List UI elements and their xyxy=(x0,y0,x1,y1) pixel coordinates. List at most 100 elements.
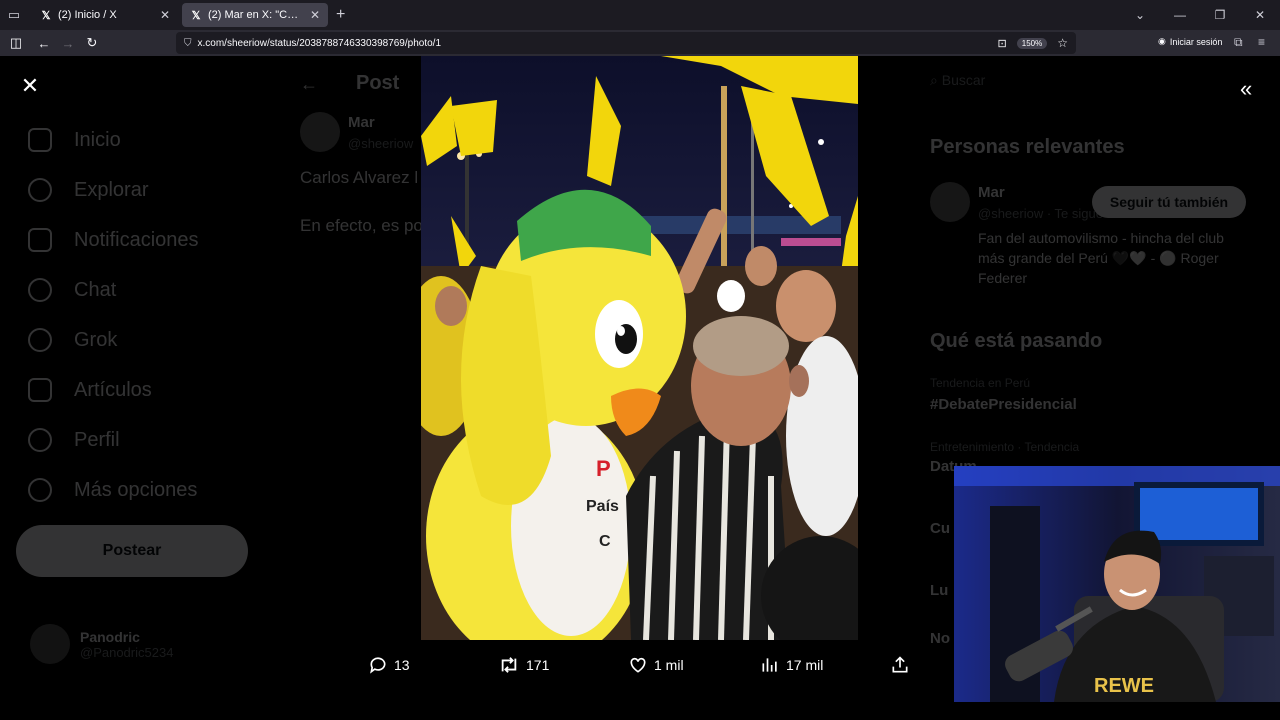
back-icon[interactable]: ← xyxy=(32,36,56,51)
home-icon xyxy=(28,128,52,152)
post-actions: 13 171 1 mil 17 mil xyxy=(360,648,920,682)
trend-name[interactable]: Cu xyxy=(930,520,950,537)
user-icon xyxy=(28,428,52,452)
sidebar-item-label: Más opciones xyxy=(74,478,198,501)
close-icon[interactable]: ✕ xyxy=(20,73,40,98)
webcam-overlay: REWE xyxy=(954,466,1280,702)
article-icon xyxy=(28,378,52,402)
window-controls: ⌄ — ❐ ✕ xyxy=(1120,0,1280,30)
search-input[interactable]: ⌕ Buscar xyxy=(930,72,1250,94)
author-handle[interactable]: @sheeriow xyxy=(348,136,413,151)
post-header: Post xyxy=(356,72,400,94)
sidebar-item-chat[interactable]: Chat xyxy=(28,278,116,302)
avatar[interactable] xyxy=(930,182,970,222)
sidebar-item-label: Chat xyxy=(74,278,117,301)
crowd-photo-illustration: P País C xyxy=(421,56,858,640)
menu-icon[interactable]: ≡ xyxy=(1258,35,1265,49)
sign-in-button[interactable]: ◉ Iniciar sesión xyxy=(1158,36,1222,47)
tab-title: (2) Inicio / X xyxy=(58,9,117,21)
author-name[interactable]: Mar xyxy=(348,114,375,131)
forward-icon[interactable]: → xyxy=(56,36,80,51)
account-name: Panodric xyxy=(80,628,140,645)
address-bar[interactable]: ⛉ x.com/sheeriow/status/2038788746330398… xyxy=(176,32,1076,54)
sidebar-item-notifications[interactable]: Notificaciones xyxy=(28,228,199,252)
sidebar-item-home[interactable]: Inicio xyxy=(28,128,121,152)
chat-icon xyxy=(28,278,52,302)
search-placeholder: Buscar xyxy=(941,72,986,88)
zoom-badge[interactable]: 150% xyxy=(1016,37,1048,49)
navigation-bar: ◫ ← → ↻ ⛉ x.com/sheeriow/status/20387887… xyxy=(0,30,1280,56)
bell-icon xyxy=(28,228,52,252)
like-button[interactable]: 1 mil xyxy=(628,655,684,675)
reply-icon xyxy=(370,657,386,674)
person-handle: @sheeriow · Te sigue xyxy=(978,206,1103,221)
repost-icon xyxy=(501,657,517,673)
person-name[interactable]: Mar xyxy=(978,184,1005,201)
sidebar-item-label: Notificaciones xyxy=(74,228,199,251)
heart-icon xyxy=(630,657,646,673)
sidebar-item-profile[interactable]: Perfil xyxy=(28,428,120,452)
tab-inicio[interactable]: 𝕏 (2) Inicio / X ✕ xyxy=(32,3,178,27)
minimize-icon[interactable]: — xyxy=(1160,8,1200,22)
views-count: 17 mil xyxy=(786,657,824,673)
tab-list-icon[interactable]: ▭ xyxy=(0,0,28,30)
like-count: 1 mil xyxy=(654,657,684,673)
maximize-icon[interactable]: ❐ xyxy=(1200,8,1240,22)
post-button[interactable]: Postear xyxy=(16,525,248,577)
post-photo[interactable]: P País C xyxy=(421,56,858,640)
svg-text:REWE: REWE xyxy=(1094,675,1154,697)
follow-button[interactable]: Seguir tú también xyxy=(1092,186,1246,218)
tab-bar: ▭ 𝕏 (2) Inicio / X ✕ 𝕏 (2) Mar en X: "Ca… xyxy=(0,0,1280,30)
views-icon xyxy=(762,658,777,672)
svg-text:C: C xyxy=(599,533,611,550)
trend-name[interactable]: No xyxy=(930,630,950,647)
reader-view-icon[interactable]: ⊡ xyxy=(998,37,1007,50)
close-tab-icon[interactable]: ✕ xyxy=(310,8,320,22)
trend-label: Entretenimiento · Tendencia xyxy=(930,440,1080,454)
trend-name[interactable]: #DebatePresidencial xyxy=(930,396,1077,413)
sidebar-item-articles[interactable]: Artículos xyxy=(28,378,152,402)
reply-button[interactable]: 13 xyxy=(368,655,410,675)
author-avatar[interactable] xyxy=(300,112,340,152)
sidebar-item-label: Explorar xyxy=(74,178,149,201)
collapse-panel-icon[interactable]: « xyxy=(1240,76,1252,102)
close-tab-icon[interactable]: ✕ xyxy=(160,8,170,22)
reload-icon[interactable]: ↻ xyxy=(80,35,104,51)
tab-title: (2) Mar en X: "Carlos Alvarez lle xyxy=(208,9,304,21)
grok-icon xyxy=(28,328,52,352)
tab-dropdown-icon[interactable]: ⌄ xyxy=(1120,8,1160,22)
share-icon xyxy=(892,656,908,673)
new-tab-icon[interactable]: + xyxy=(336,6,345,24)
sidebar-item-grok[interactable]: Grok xyxy=(28,328,117,352)
url-text: x.com/sheeriow/status/203878874633039876… xyxy=(197,37,442,49)
share-button[interactable] xyxy=(890,655,910,675)
account-handle: @Panodric5234 xyxy=(80,644,174,660)
extensions-icon[interactable]: ⧉ xyxy=(1234,35,1243,50)
sidebar-toggle-icon[interactable]: ◫ xyxy=(4,35,28,51)
site-info-icon[interactable]: ⛉ xyxy=(184,38,192,49)
repost-count: 171 xyxy=(526,657,550,673)
sidebar-item-label: Grok xyxy=(74,328,118,351)
views-button[interactable]: 17 mil xyxy=(760,655,823,675)
close-window-icon[interactable]: ✕ xyxy=(1240,8,1280,22)
trend-name[interactable]: Lu xyxy=(930,582,948,599)
back-arrow-icon[interactable]: ← xyxy=(300,74,318,95)
sidebar-item-explore[interactable]: Explorar xyxy=(28,178,148,202)
avatar xyxy=(30,624,70,664)
trend-label: Tendencia en Perú xyxy=(930,376,1031,390)
sign-in-label: Iniciar sesión xyxy=(1169,36,1223,47)
repost-button[interactable]: 171 xyxy=(498,655,549,675)
x-logo-icon: 𝕏 xyxy=(191,9,201,22)
bookmark-star-icon[interactable]: ☆ xyxy=(1057,36,1068,50)
svg-text:País: País xyxy=(586,498,619,515)
post-text-line: En efecto, es po xyxy=(300,216,423,235)
sidebar-item-label: Inicio xyxy=(74,128,121,151)
sidebar-item-label: Artículos xyxy=(74,378,152,401)
post-text-line: Carlos Alvarez l xyxy=(300,168,419,187)
svg-text:P: P xyxy=(596,456,611,481)
sidebar-item-more[interactable]: Más opciones xyxy=(28,478,197,502)
person-bio: Fan del automovilismo - hincha del club … xyxy=(978,230,1224,286)
tab-post[interactable]: 𝕏 (2) Mar en X: "Carlos Alvarez lle ✕ xyxy=(182,3,328,27)
more-icon xyxy=(28,478,52,502)
account-switcher[interactable]: Panodric @Panodric5234 xyxy=(30,624,173,664)
